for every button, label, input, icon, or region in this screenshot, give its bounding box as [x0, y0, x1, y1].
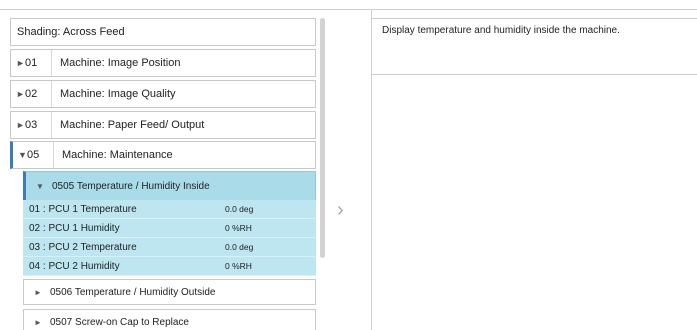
top-divider [0, 9, 697, 10]
reading-row[interactable]: 02 : PCU 1 Humidity 0 %RH [23, 219, 316, 238]
menu-item-number: 01 [25, 57, 38, 69]
expand-arrow-icon: ► [16, 89, 25, 99]
menu-item-label: Machine: Image Position [60, 57, 181, 69]
settings-list: Shading: Across Feed ► 01 Machine: Image… [10, 18, 316, 330]
menu-item-05[interactable]: ▼ 05 Machine: Maintenance [10, 141, 316, 169]
reading-value: 0.0 deg [225, 204, 254, 214]
collapse-arrow-icon: ▼ [36, 181, 44, 191]
menu-item-02[interactable]: ► 02 Machine: Image Quality [10, 80, 316, 108]
submenu-0506[interactable]: ► 0506 Temperature / Humidity Outside [23, 279, 316, 305]
reading-value: 0 %RH [225, 223, 252, 233]
separator [51, 81, 52, 107]
submenu-label: 0505 Temperature / Humidity Inside [52, 180, 210, 192]
expand-arrow-icon: ► [34, 317, 42, 327]
reading-row[interactable]: 03 : PCU 2 Temperature 0.0 deg [23, 238, 316, 257]
list-title: Shading: Across Feed [17, 26, 125, 38]
reading-key: 02 : PCU 1 Humidity [29, 222, 120, 234]
submenu-0507[interactable]: ► 0507 Screw-on Cap to Replace [23, 309, 316, 330]
reading-key: 01 : PCU 1 Temperature [29, 203, 137, 215]
menu-item-01[interactable]: ► 01 Machine: Image Position [10, 49, 316, 77]
separator [53, 142, 54, 168]
list-title-row[interactable]: Shading: Across Feed [10, 18, 316, 46]
reading-value: 0.0 deg [225, 242, 254, 252]
chevron-right-icon[interactable]: › [337, 200, 344, 220]
reading-row[interactable]: 04 : PCU 2 Humidity 0 %RH [23, 257, 316, 276]
separator [51, 112, 52, 138]
description-text: Display temperature and humidity inside … [382, 25, 620, 36]
separator [51, 50, 52, 76]
collapse-arrow-icon: ▼ [18, 150, 27, 160]
expand-arrow-icon: ► [16, 58, 25, 68]
submenu-label: 0507 Screw-on Cap to Replace [50, 316, 189, 328]
menu-item-03[interactable]: ► 03 Machine: Paper Feed/ Output [10, 111, 316, 139]
scrollbar[interactable] [320, 18, 325, 258]
expand-arrow-icon: ► [34, 287, 42, 297]
submenu-0505[interactable]: ▼ 0505 Temperature / Humidity Inside [23, 171, 316, 201]
reading-key: 03 : PCU 2 Temperature [29, 241, 137, 253]
reading-value: 0 %RH [225, 261, 252, 271]
menu-item-label: Machine: Paper Feed/ Output [60, 119, 205, 131]
menu-item-number: 03 [25, 119, 38, 131]
menu-item-label: Machine: Image Quality [60, 88, 176, 100]
reading-row[interactable]: 01 : PCU 1 Temperature 0.0 deg [23, 200, 316, 219]
menu-item-number: 05 [27, 149, 40, 161]
expand-arrow-icon: ► [16, 120, 25, 130]
description-panel: Display temperature and humidity inside … [372, 18, 697, 75]
submenu-label: 0506 Temperature / Humidity Outside [50, 286, 216, 298]
reading-key: 04 : PCU 2 Humidity [29, 260, 120, 272]
menu-item-label: Machine: Maintenance [62, 149, 173, 161]
menu-item-number: 02 [25, 88, 38, 100]
detail-area [372, 75, 697, 330]
